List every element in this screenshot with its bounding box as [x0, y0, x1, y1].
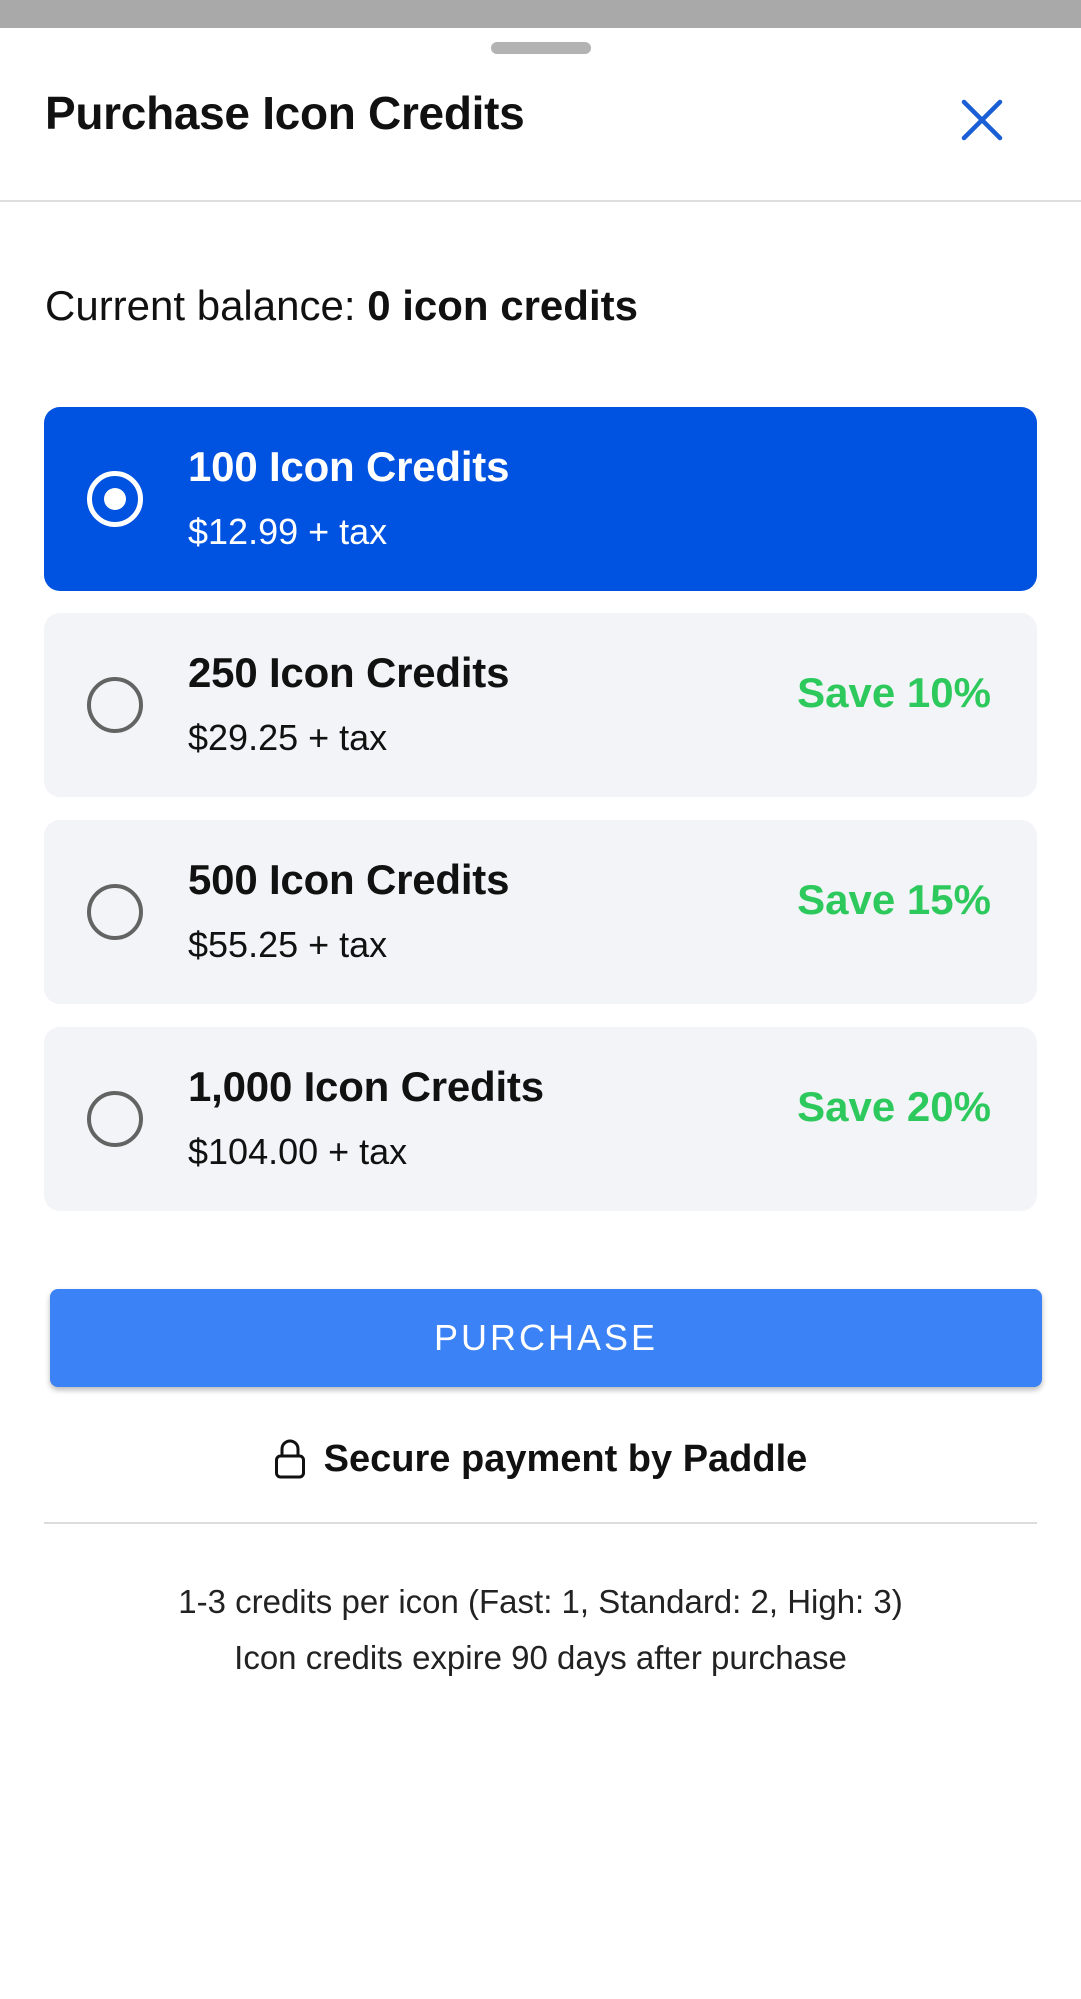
- current-balance: Current balance: 0 icon credits: [45, 282, 638, 330]
- option-name: 100 Icon Credits: [188, 443, 510, 490]
- divider: [44, 1522, 1037, 1524]
- credits-per-icon-note: 1-3 credits per icon (Fast: 1, Standard:…: [178, 1583, 903, 1620]
- secure-payment-label: Secure payment by Paddle: [323, 1437, 808, 1480]
- purchase-button[interactable]: PURCHASE: [50, 1289, 1042, 1387]
- savings-label: Save 15%: [797, 876, 991, 923]
- sheet-header: Purchase Icon Credits: [0, 28, 1081, 202]
- radio-button[interactable]: [87, 1091, 143, 1147]
- option-price: $12.99 + tax: [188, 511, 388, 552]
- radio-button[interactable]: [87, 677, 143, 733]
- radio-button-selected[interactable]: [87, 471, 143, 527]
- option-name: 500 Icon Credits: [188, 856, 510, 903]
- close-button[interactable]: [950, 88, 1014, 152]
- radio-button[interactable]: [87, 884, 143, 940]
- savings-label: Save 20%: [797, 1083, 991, 1130]
- expiry-note: Icon credits expire 90 days after purcha…: [234, 1639, 847, 1676]
- balance-value: 0 icon credits: [367, 282, 638, 329]
- radio-dot: [104, 488, 126, 510]
- credit-option-100[interactable]: 100 Icon Credits $12.99 + tax: [44, 407, 1037, 591]
- status-bar-strip: [0, 0, 1081, 28]
- close-icon: [961, 99, 1003, 141]
- lock-icon: [274, 1439, 305, 1479]
- option-name: 1,000 Icon Credits: [188, 1063, 544, 1110]
- option-price: $55.25 + tax: [188, 924, 388, 965]
- option-price: $29.25 + tax: [188, 717, 388, 758]
- purchase-sheet: Purchase Icon Credits Current balance: 0…: [0, 28, 1081, 1999]
- credit-option-250[interactable]: 250 Icon Credits $29.25 + tax Save 10%: [44, 613, 1037, 797]
- option-price: $104.00 + tax: [188, 1131, 408, 1172]
- savings-label: Save 10%: [797, 669, 991, 716]
- balance-label: Current balance:: [45, 282, 368, 329]
- credit-option-1000[interactable]: 1,000 Icon Credits $104.00 + tax Save 20…: [44, 1027, 1037, 1211]
- page-title: Purchase Icon Credits: [45, 87, 525, 139]
- credit-option-500[interactable]: 500 Icon Credits $55.25 + tax Save 15%: [44, 820, 1037, 1004]
- secure-payment-note: Secure payment by Paddle: [0, 1431, 1081, 1487]
- option-name: 250 Icon Credits: [188, 649, 510, 696]
